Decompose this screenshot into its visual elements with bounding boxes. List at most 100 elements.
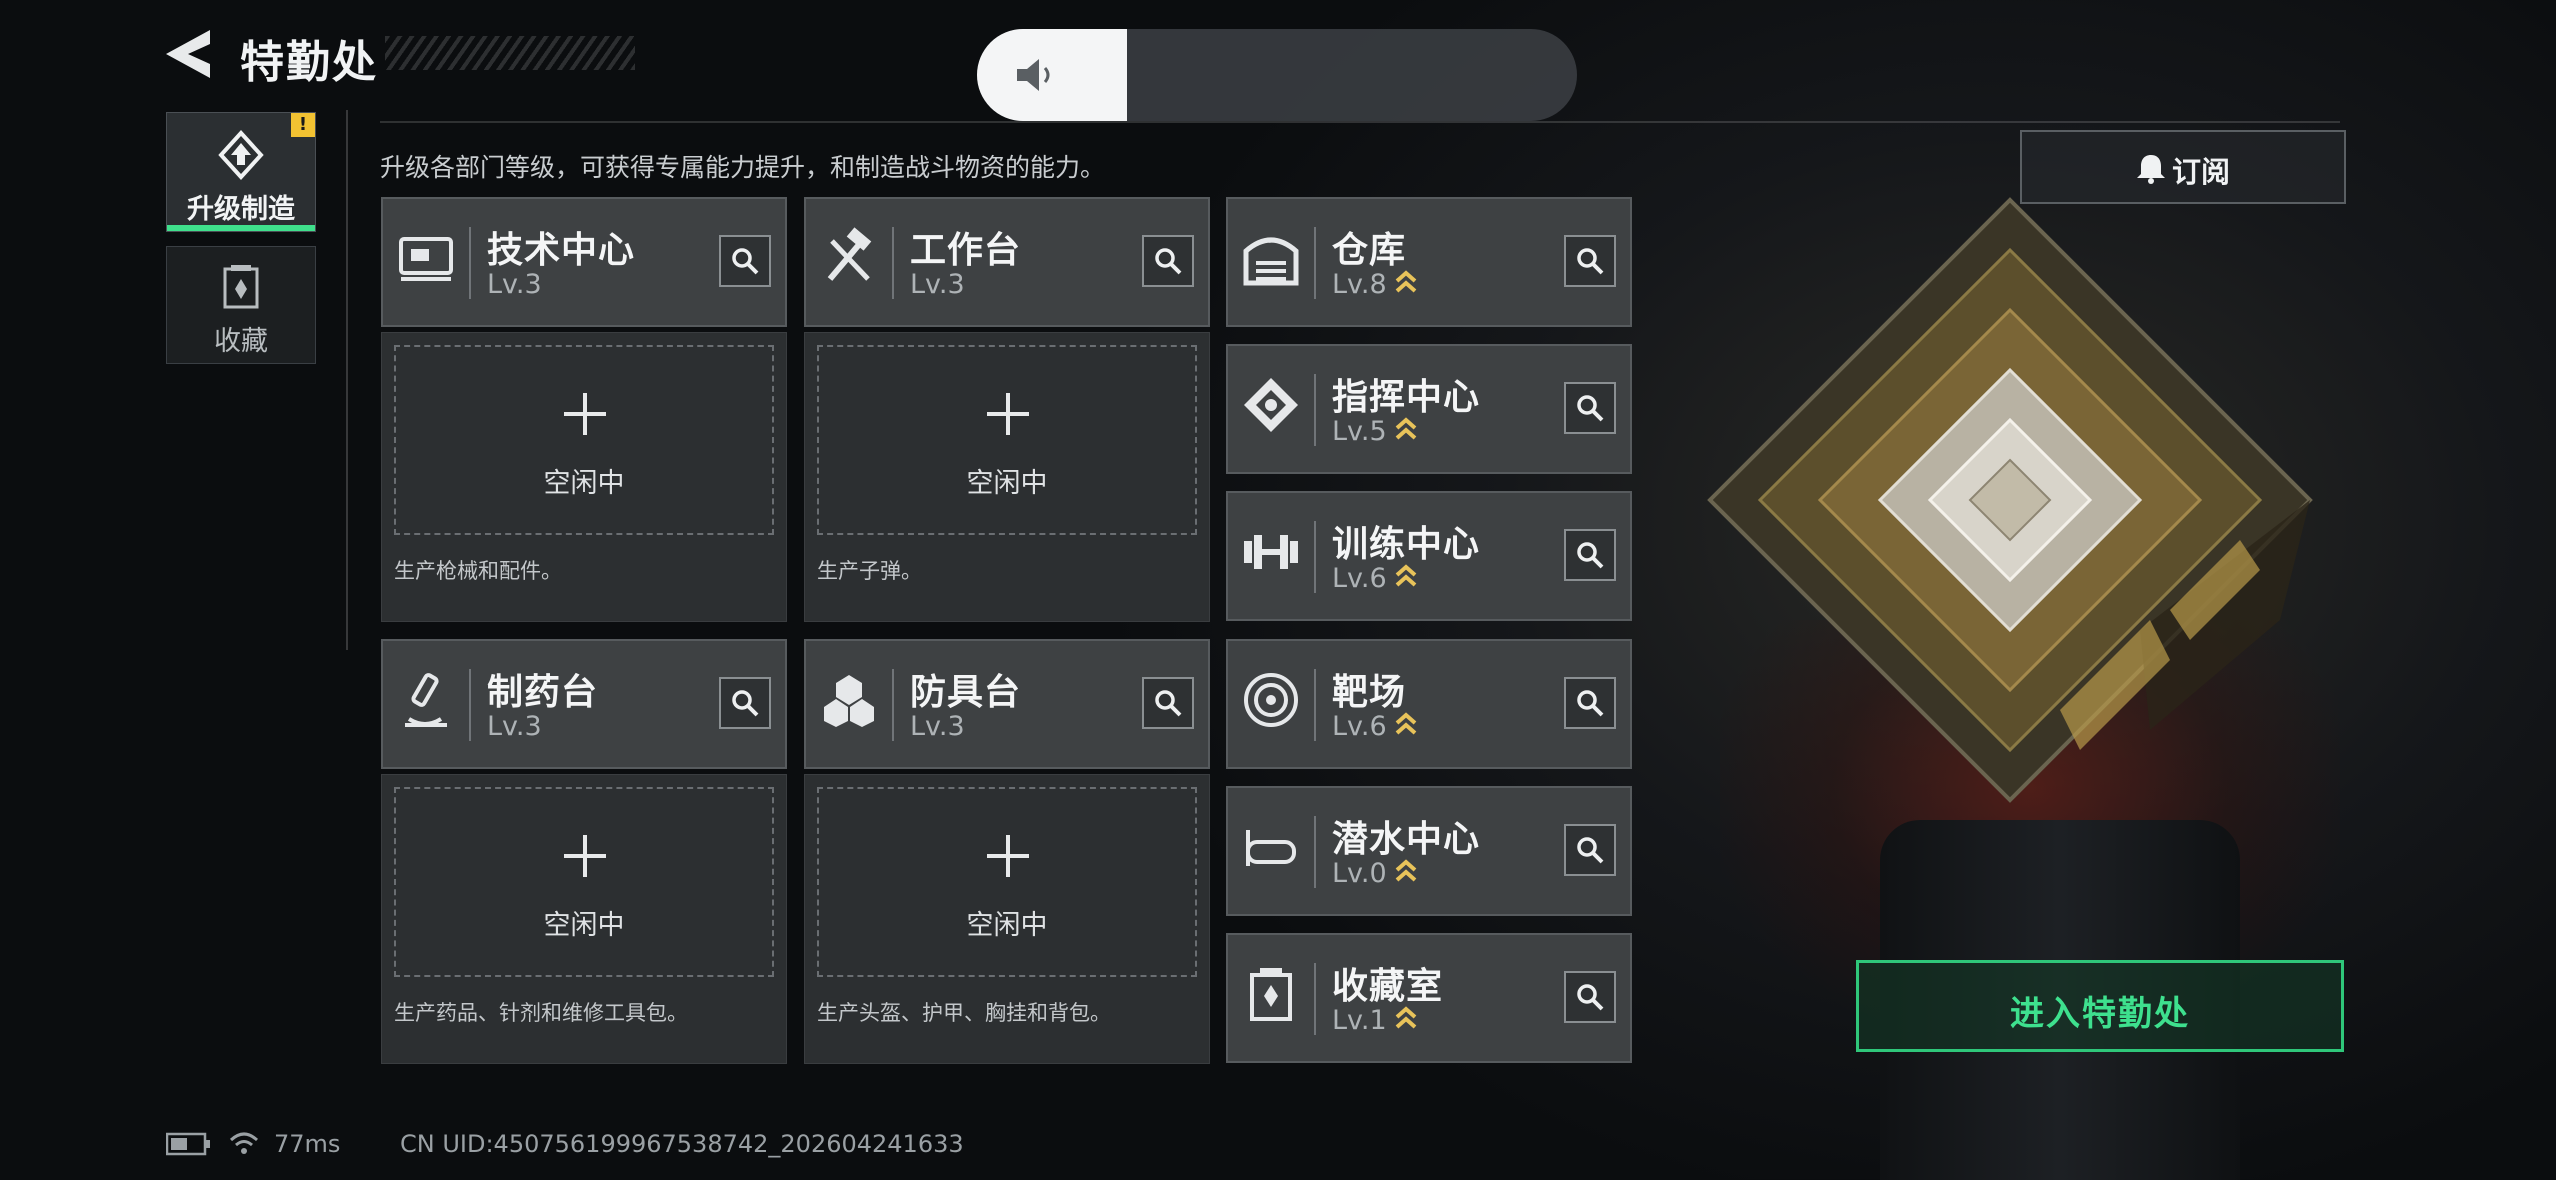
divider — [380, 121, 2340, 123]
facility-name: 防具台 — [910, 672, 1022, 713]
sidebar-item-label: 收藏 — [214, 326, 268, 357]
diving-center-icon — [1246, 830, 1296, 866]
facility-card-workbench[interactable]: 工作台 Lv.3 — [804, 197, 1210, 327]
facility-level: Lv.6 — [1332, 711, 1417, 742]
search-icon — [1577, 984, 1604, 1011]
facility-level: Lv.1 — [1332, 1005, 1417, 1036]
plus-icon — [564, 393, 606, 435]
sidebar-item-upgrade[interactable]: 升级制造 ! — [166, 112, 316, 232]
facility-name: 技术中心 — [487, 230, 636, 271]
upgrade-available-icon — [1395, 712, 1417, 735]
card-divider — [1314, 669, 1316, 741]
sidebar-item-label: 升级制造 — [187, 194, 295, 225]
facility-name: 制药台 — [487, 672, 599, 713]
shooting-range-icon — [1244, 673, 1298, 727]
inspect-button[interactable] — [1564, 824, 1616, 876]
slot-description: 生产药品、针剂和维修工具包。 — [394, 1001, 688, 1025]
inspect-button[interactable] — [719, 235, 771, 287]
facility-level: Lv.5 — [1332, 416, 1417, 447]
tech-center-icon — [399, 237, 453, 281]
inspect-button[interactable] — [1564, 382, 1616, 434]
facility-card-diving-center[interactable]: 潜水中心 Lv.0 — [1226, 786, 1632, 916]
search-icon — [1577, 542, 1604, 569]
battery-icon — [166, 1132, 210, 1156]
subscribe-button[interactable]: 订阅 — [2020, 130, 2346, 204]
facility-name: 指挥中心 — [1332, 377, 1481, 418]
facility-card-collection-room[interactable]: 收藏室 Lv.1 — [1226, 933, 1632, 1063]
facility-level: Lv.3 — [487, 269, 542, 300]
card-divider — [1314, 227, 1316, 299]
facility-level: Lv.3 — [910, 711, 965, 742]
ping-value: 77ms — [274, 1130, 341, 1158]
active-tab-indicator — [167, 225, 315, 231]
facility-name: 工作台 — [910, 230, 1022, 271]
card-divider — [1314, 521, 1316, 593]
sidebar-item-collection[interactable]: 收藏 — [166, 246, 316, 364]
user-uid: CN UID:450756199967538742_202604241633 — [400, 1130, 964, 1158]
facility-level: Lv.8 — [1332, 269, 1417, 300]
facility-card-armor-bench[interactable]: 防具台 Lv.3 — [804, 639, 1210, 769]
slot-status: 空闲中 — [966, 910, 1048, 941]
search-icon — [1155, 690, 1182, 717]
back-button[interactable] — [160, 26, 220, 82]
facility-name: 训练中心 — [1332, 524, 1481, 565]
page-description: 升级各部门等级，可获得专属能力提升，和制造战斗物资的能力。 — [380, 153, 1106, 182]
command-center-icon — [1244, 378, 1298, 432]
inspect-button[interactable] — [1142, 235, 1194, 287]
warning-badge: ! — [291, 113, 315, 137]
upgrade-available-icon — [1395, 1006, 1417, 1029]
facility-card-shooting-range[interactable]: 靶场 Lv.6 — [1226, 639, 1632, 769]
page-title: 特勤处 — [240, 37, 378, 88]
facility-name: 仓库 — [1332, 230, 1407, 271]
card-divider — [1314, 963, 1316, 1035]
header-decoration — [385, 36, 635, 70]
production-slot: 空闲中 生产药品、针剂和维修工具包。 — [381, 774, 787, 1064]
facility-level: Lv.3 — [910, 269, 965, 300]
facility-card-training-center[interactable]: 训练中心 Lv.6 — [1226, 491, 1632, 621]
facility-card-pharmacy[interactable]: 制药台 Lv.3 — [381, 639, 787, 769]
search-icon — [1577, 690, 1604, 717]
search-icon — [732, 248, 759, 275]
plus-icon — [987, 393, 1029, 435]
slot-description: 生产子弹。 — [817, 559, 922, 583]
inspect-button[interactable] — [1564, 971, 1616, 1023]
back-arrow-icon — [166, 30, 210, 78]
add-production-button[interactable]: 空闲中 — [394, 787, 774, 977]
facility-card-tech-center[interactable]: 技术中心 Lv.3 — [381, 197, 787, 327]
inspect-button[interactable] — [719, 677, 771, 729]
volume-indicator[interactable] — [977, 29, 1577, 121]
upgrade-available-icon — [1395, 417, 1417, 440]
facility-card-command-center[interactable]: 指挥中心 Lv.5 — [1226, 344, 1632, 474]
warehouse-icon — [1243, 237, 1299, 286]
upgrade-available-icon — [1395, 270, 1417, 293]
facility-level: Lv.0 — [1332, 858, 1417, 889]
search-icon — [1155, 248, 1182, 275]
slot-status: 空闲中 — [966, 468, 1048, 499]
facility-card-warehouse[interactable]: 仓库 Lv.8 — [1226, 197, 1632, 327]
card-divider — [892, 227, 894, 299]
inspect-button[interactable] — [1564, 529, 1616, 581]
slot-status: 空闲中 — [543, 910, 625, 941]
enter-special-ops-button[interactable]: 进入特勤处 — [1856, 960, 2344, 1052]
production-slot: 空闲中 生产子弹。 — [804, 332, 1210, 622]
inspect-button[interactable] — [1564, 235, 1616, 287]
slot-description: 生产头盔、护甲、胸挂和背包。 — [817, 1001, 1111, 1025]
card-divider — [892, 669, 894, 741]
speaker-icon — [1017, 59, 1050, 91]
search-icon — [732, 690, 759, 717]
pharmacy-icon — [405, 673, 447, 727]
upgrade-icon — [218, 130, 264, 180]
upgrade-available-icon — [1395, 564, 1417, 587]
add-production-button[interactable]: 空闲中 — [394, 345, 774, 535]
inspect-button[interactable] — [1564, 677, 1616, 729]
collection-room-icon — [1250, 968, 1292, 1021]
add-production-button[interactable]: 空闲中 — [817, 787, 1197, 977]
card-divider — [1314, 374, 1316, 446]
training-center-icon — [1244, 535, 1298, 569]
add-production-button[interactable]: 空闲中 — [817, 345, 1197, 535]
bell-icon — [2137, 155, 2165, 184]
card-divider — [469, 669, 471, 741]
inspect-button[interactable] — [1142, 677, 1194, 729]
slot-description: 生产枪械和配件。 — [394, 559, 562, 583]
enter-button-label: 进入特勤处 — [2010, 994, 2190, 1034]
